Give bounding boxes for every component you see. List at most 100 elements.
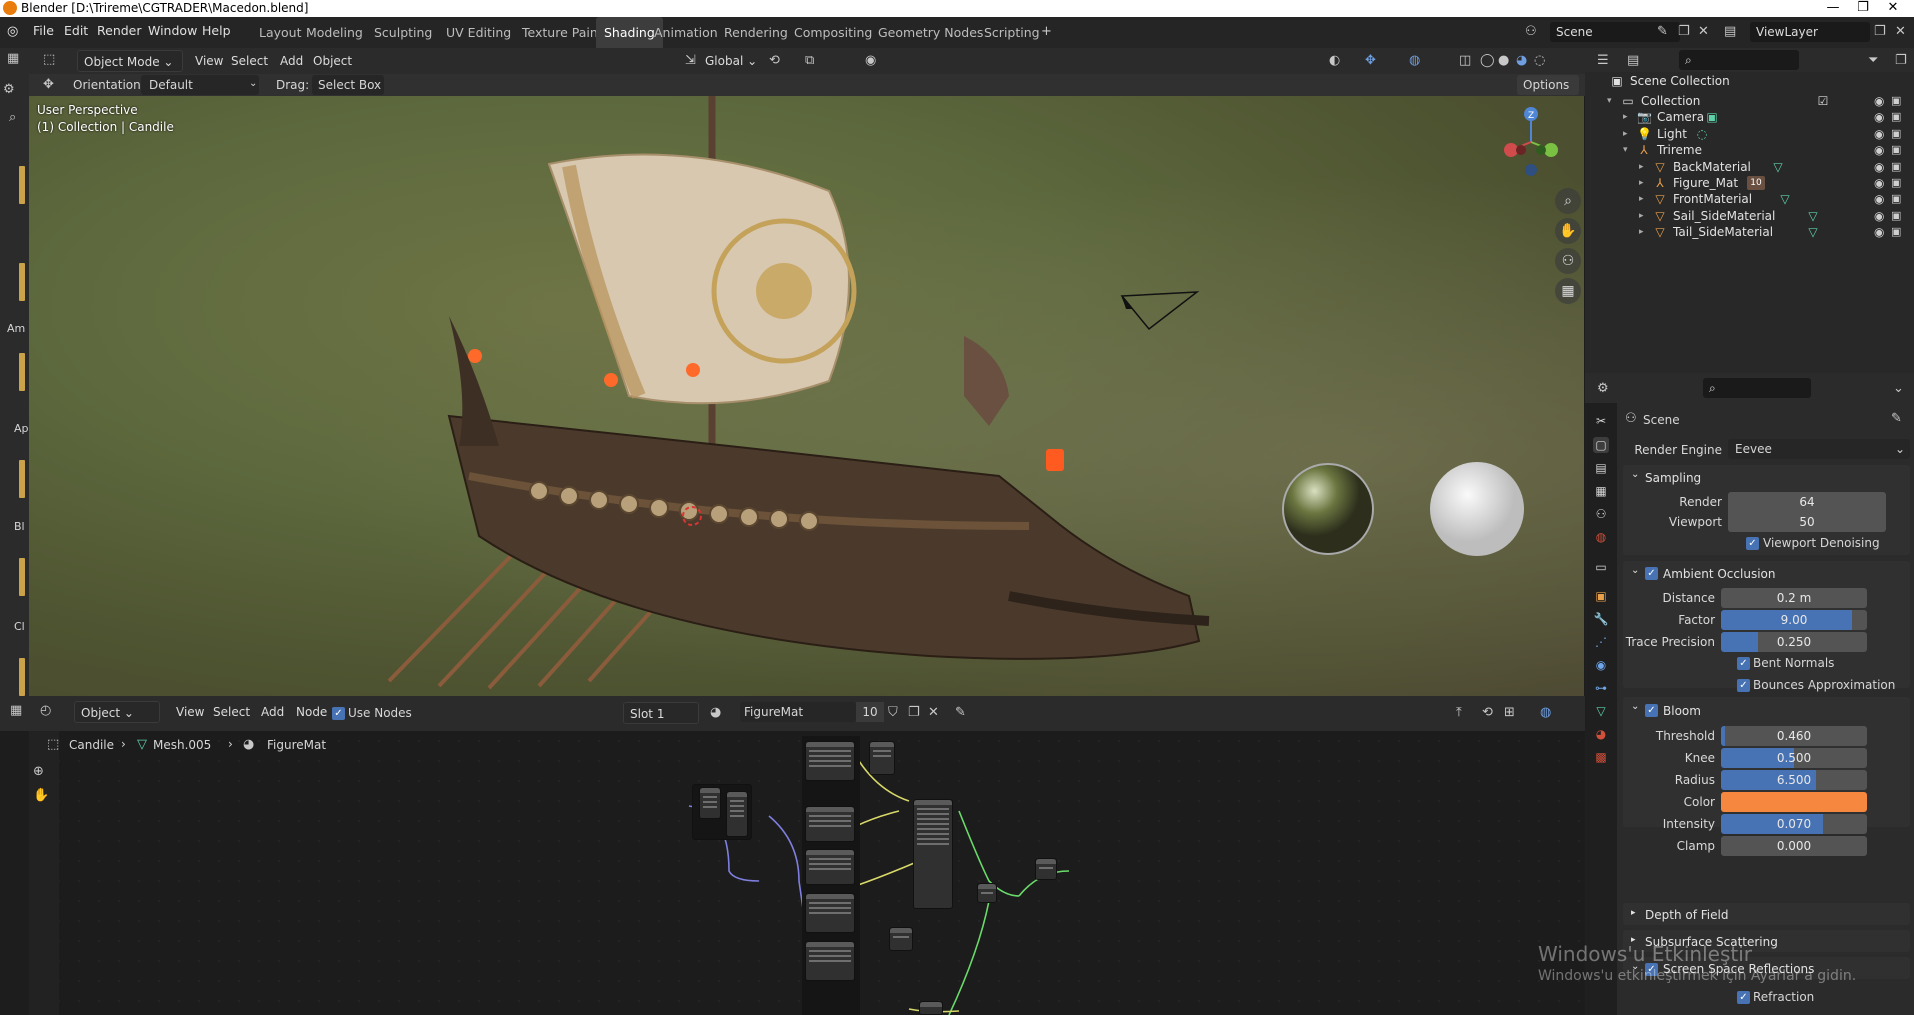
chevron-down-icon[interactable]: ⌄ [1631,701,1639,712]
node[interactable] [805,806,855,842]
material-icon[interactable]: ◕ [710,705,721,720]
distance-field[interactable]: 0.2 m [1721,588,1867,608]
outliner-row-root[interactable]: ▣ Scene Collection [1585,71,1914,91]
menu-add[interactable]: Add [255,701,290,723]
menu-select[interactable]: Select [225,50,274,72]
trireme-ship-model[interactable] [29,96,1584,696]
knee-slider[interactable]: 0.500 [1721,748,1867,768]
ambient-occlusion-checkbox[interactable]: ✓ [1645,567,1658,580]
close-button[interactable]: ✕ [1873,0,1913,15]
delete-scene-icon[interactable]: ✕ [1698,24,1709,39]
pin-icon[interactable]: ✎ [955,705,966,720]
pin-icon[interactable]: ✎ [1891,411,1902,426]
material-shading-icon[interactable]: ◕ [1516,53,1527,68]
users-count[interactable]: 10 [856,702,884,722]
chevron-down-icon[interactable]: ⌄ [1631,469,1639,480]
world-tab-icon[interactable]: ◍ [1593,529,1609,545]
workspace-tab-compositing[interactable]: Compositing [786,17,880,48]
chevron-down-icon[interactable]: ⌄ [1631,565,1639,576]
camera-render-icon[interactable]: ▣ [1891,222,1901,242]
viewport-samples-field[interactable]: 50 [1728,512,1886,532]
node[interactable] [805,941,855,981]
modifier-tab-icon[interactable]: 🔧 [1593,611,1609,627]
use-nodes-checkbox[interactable]: ✓ [332,707,345,720]
add-workspace-icon[interactable]: + [1041,24,1052,39]
texture-tab-icon[interactable]: ▩ [1593,749,1609,765]
search-icon[interactable]: ⌕ [9,110,16,125]
factor-slider[interactable]: 9.00 [1721,610,1867,630]
menu-render[interactable]: Render [97,23,142,38]
material-tab-icon[interactable]: ◕ [1593,726,1609,742]
menu-view[interactable]: View [189,50,229,72]
physics-tab-icon[interactable]: ◉ [1593,657,1609,673]
editor-type-icon[interactable]: ⚙ [1597,381,1609,396]
radius-slider[interactable]: 6.500 [1721,770,1867,790]
refraction-checkbox[interactable]: ✓ [1737,991,1750,1004]
outliner-search-input[interactable]: ⌕ [1679,50,1799,70]
eye-icon[interactable]: ◉ [1874,222,1884,242]
node[interactable] [699,787,721,819]
tool-button[interactable] [19,263,25,301]
wireframe-shading-icon[interactable]: ◯ [1480,53,1495,68]
constraints-tab-icon[interactable]: ⊶ [1593,680,1609,696]
gizmo-toggle-icon[interactable]: ✥ [1365,53,1376,68]
editor-type-icon[interactable]: ☰ [1597,53,1609,68]
node[interactable] [919,1001,943,1015]
editor-type-icon[interactable]: ⬚ [43,52,55,67]
node[interactable] [726,791,748,837]
intensity-slider[interactable]: 0.070 [1721,814,1867,834]
snap-icon[interactable]: ⟲ [1482,705,1493,720]
node[interactable] [889,927,913,951]
workspace-tab-uv-editing[interactable]: UV Editing [438,17,519,48]
properties-search-input[interactable]: ⌕ [1703,378,1811,398]
viewport-denoising-checkbox[interactable]: ✓ [1746,537,1759,550]
overlay-icon[interactable]: ⚙ [3,82,15,97]
camera-view-icon[interactable]: ⚇ [1555,248,1581,274]
particles-tab-icon[interactable]: ⋰ [1593,634,1609,650]
node[interactable] [869,741,895,775]
menu-window[interactable]: Window [148,23,197,38]
data-tab-icon[interactable]: ▽ [1593,703,1609,719]
chevron-down-icon[interactable]: ⌄ [1893,381,1904,396]
unlink-icon[interactable]: ✕ [928,705,939,720]
scene-icon[interactable]: ⚇ [1525,24,1537,39]
tool-button[interactable] [19,658,25,696]
fake-user-shield-icon[interactable]: ⛉ [888,705,898,720]
node[interactable] [805,741,855,781]
workspace-tab-sculpting[interactable]: Sculpting [366,17,440,48]
navigation-gizmo[interactable]: Z [1495,106,1567,178]
material-field[interactable]: FigureMat [740,702,856,722]
render-tab-icon[interactable]: ▢ [1593,437,1609,453]
filter-icon[interactable]: ⏷ [1868,53,1878,68]
bloom-header[interactable]: Bloom [1663,704,1701,718]
viewlayer-field[interactable]: ViewLayer [1750,22,1870,42]
viewlayer-icon[interactable]: ▤ [1724,24,1736,39]
slot-dropdown[interactable]: Slot 1 [623,702,699,724]
orientation-dropdown[interactable]: Default [141,75,259,95]
pan-hand-icon[interactable]: ✋ [1555,218,1581,244]
shader-type-dropdown[interactable]: Object ⌄ [74,701,160,723]
3d-viewport[interactable]: User Perspective (1) Collection | Candil… [29,96,1584,696]
workspace-tab-geometry-nodes[interactable]: Geometry Nodes [870,17,991,48]
outliner-row-tail-sidematerial[interactable]: ▸ ▽ Tail_SideMaterial ▽ ◉ ▣ [1585,222,1914,242]
bloom-color-swatch[interactable] [1721,792,1867,812]
clamp-field[interactable]: 0.000 [1721,836,1867,856]
workspace-tab-rendering[interactable]: Rendering [716,17,796,48]
overlay-toggle-icon[interactable]: ◍ [1540,705,1551,720]
threshold-slider[interactable]: 0.460 [1721,726,1867,746]
pin-icon[interactable]: ✎ [1657,24,1668,39]
proportional-edit-icon[interactable]: ◉ [865,53,876,68]
tool-button[interactable] [19,353,25,391]
render-engine-dropdown[interactable]: Eevee ⌄ [1728,439,1910,459]
rendered-shading-icon[interactable]: ◌ [1534,53,1545,68]
new-scene-icon[interactable]: ❐ [1678,24,1690,39]
sampling-header[interactable]: Sampling [1645,471,1701,485]
menu-view[interactable]: View [170,701,210,723]
solid-shading-icon[interactable]: ● [1498,53,1509,68]
menu-select[interactable]: Select [207,701,256,723]
tool-tab-icon[interactable]: ✂ [1593,413,1609,429]
menu-edit[interactable]: Edit [64,23,88,38]
snap-icon[interactable]: ⧉ [805,53,814,68]
ambient-occlusion-header[interactable]: Ambient Occlusion [1663,567,1775,581]
node[interactable] [977,883,997,903]
